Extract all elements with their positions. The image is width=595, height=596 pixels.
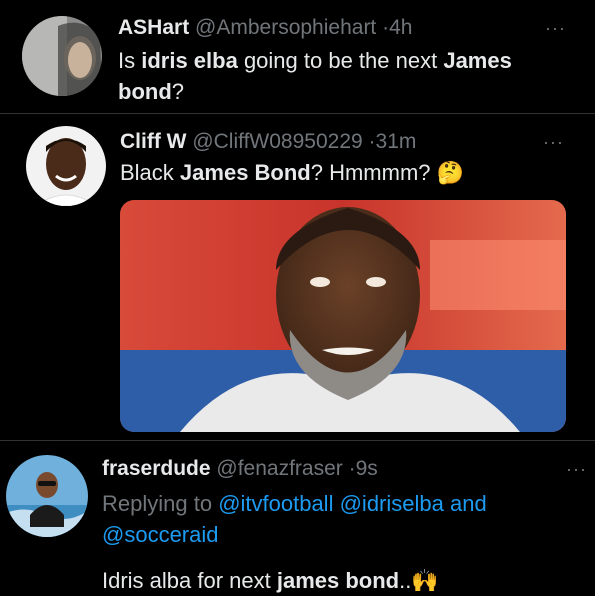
tweet-media-image[interactable]	[120, 200, 566, 432]
text-part: Idris alba for next	[102, 568, 277, 593]
avatar-cliffw[interactable]	[26, 126, 106, 206]
text-part: bond	[118, 79, 172, 104]
thinking-face-emoji: 🤔	[436, 160, 465, 185]
text-part: idris elba	[141, 48, 238, 73]
display-name[interactable]: ASHart	[118, 16, 189, 39]
more-options-icon[interactable]: ···	[566, 459, 587, 480]
mention-socceraid[interactable]: @socceraid	[102, 522, 219, 547]
text-part: Is	[118, 48, 142, 73]
timestamp[interactable]: 4h	[389, 16, 412, 39]
tweet-text: Idris alba for next james bond..🙌	[102, 565, 582, 596]
separator: ·	[348, 457, 356, 480]
replying-to-label: Replying to	[102, 491, 219, 516]
tweet-fraserdude[interactable]: fraserdude @fenazfraser ·9s ··· Replying…	[0, 441, 595, 595]
text-part: ? Hmmmm?	[310, 160, 437, 185]
avatar-fraserdude[interactable]	[6, 455, 88, 537]
tweet-header: ASHart @Ambersophiehart ·4h	[118, 16, 412, 40]
user-handle[interactable]: @Ambersophiehart	[195, 16, 376, 39]
text-part: ?	[171, 79, 185, 104]
text-part: james bond	[276, 568, 400, 593]
tweet-text: Black James Bond? Hmmmm? 🤔	[120, 157, 580, 188]
timestamp[interactable]: 9s	[356, 457, 378, 480]
user-handle[interactable]: @fenazfraser	[216, 457, 342, 480]
avatar-ashart[interactable]	[22, 16, 102, 96]
text-part: going to be the next	[237, 48, 444, 73]
text-part: ..	[399, 568, 412, 593]
text-part: Black	[120, 160, 180, 185]
tweet-header: Cliff W @CliffW08950229 ·31m	[120, 130, 416, 154]
timestamp[interactable]: 31m	[376, 130, 417, 153]
text-part: James Bond	[179, 160, 311, 185]
user-handle[interactable]: @CliffW08950229	[192, 130, 362, 153]
raising-hands-emoji: 🙌	[411, 568, 439, 593]
text-part: James	[443, 48, 512, 73]
more-options-icon[interactable]: ···	[545, 18, 566, 39]
tweet-text: Is idris elba going to be the next James…	[118, 45, 578, 107]
tweet-header: fraserdude @fenazfraser ·9s	[102, 457, 378, 481]
tweet-ashart[interactable]: ASHart @Ambersophiehart ·4h ··· Is idris…	[0, 0, 595, 110]
more-options-icon[interactable]: ···	[543, 132, 564, 153]
tweet-cliffw[interactable]: Cliff W @CliffW08950229 ·31m ··· Black J…	[0, 114, 595, 440]
separator: ·	[368, 130, 376, 153]
mention-idriselba[interactable]: @idriselba	[340, 491, 444, 516]
display-name[interactable]: fraserdude	[102, 457, 211, 480]
reply-and-link[interactable]: and	[450, 491, 487, 516]
reply-context: Replying to @itvfootball @idriselba and …	[102, 488, 582, 550]
mention-itvfootball[interactable]: @itvfootball	[218, 491, 333, 516]
display-name[interactable]: Cliff W	[120, 130, 186, 153]
